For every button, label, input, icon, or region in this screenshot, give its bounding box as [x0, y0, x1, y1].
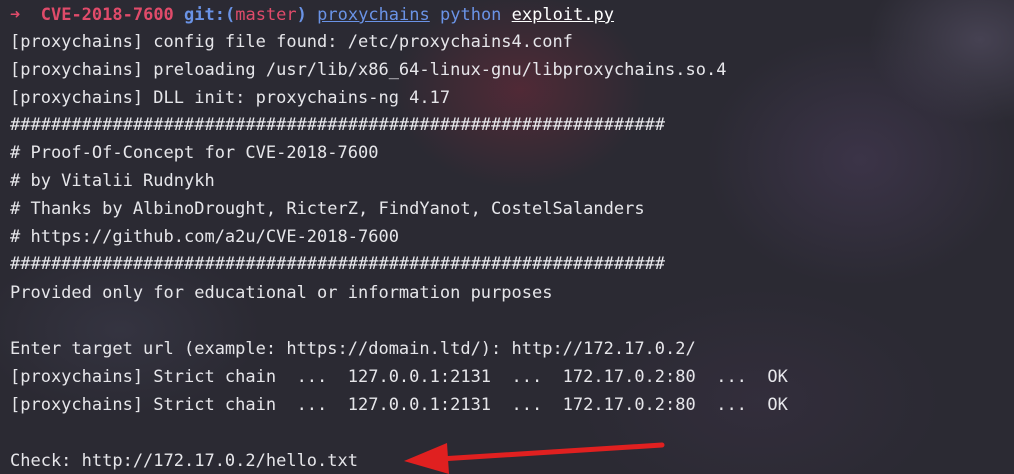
output-line-check: Check: http://172.17.0.2/hello.txt: [10, 451, 358, 471]
terminal-window[interactable]: ➜ CVE-2018-7600 git:(master) proxychains…: [0, 0, 1014, 474]
git-label: git:(: [184, 5, 236, 25]
output-line-banner-top: ########################################…: [10, 115, 666, 135]
output-line-github: # https://github.com/a2u/CVE-2018-7600: [10, 227, 399, 247]
output-line-poc-title: # Proof-Of-Concept for CVE-2018-7600: [10, 143, 379, 163]
output-line-chain-1: [proxychains] Strict chain ... 127.0.0.1…: [10, 367, 788, 387]
git-close: ): [296, 5, 307, 25]
command-script: exploit.py: [511, 5, 615, 25]
output-line-chain-2: [proxychains] Strict chain ... 127.0.0.1…: [10, 395, 788, 415]
output-line-target-url: Enter target url (example: https://domai…: [10, 339, 696, 359]
command-wrapper: proxychains: [317, 5, 430, 25]
git-branch: master: [235, 5, 297, 25]
command-interpreter: python: [440, 5, 502, 25]
prompt-line: ➜ CVE-2018-7600 git:(master) proxychains…: [10, 3, 614, 27]
prompt-directory: CVE-2018-7600: [40, 5, 174, 25]
output-line-author: # by Vitalii Rudnykh: [10, 171, 215, 191]
output-line-banner-bottom: ########################################…: [10, 254, 666, 274]
output-line-preload: [proxychains] preloading /usr/lib/x86_64…: [10, 60, 727, 80]
output-line-thanks: # Thanks by AlbinoDrought, RicterZ, Find…: [10, 199, 645, 219]
output-line-disclaimer: Provided only for educational or informa…: [10, 283, 553, 303]
prompt-arrow-icon: ➜: [10, 5, 21, 25]
output-line-config: [proxychains] config file found: /etc/pr…: [10, 32, 573, 52]
output-line-dll-init: [proxychains] DLL init: proxychains-ng 4…: [10, 88, 451, 108]
